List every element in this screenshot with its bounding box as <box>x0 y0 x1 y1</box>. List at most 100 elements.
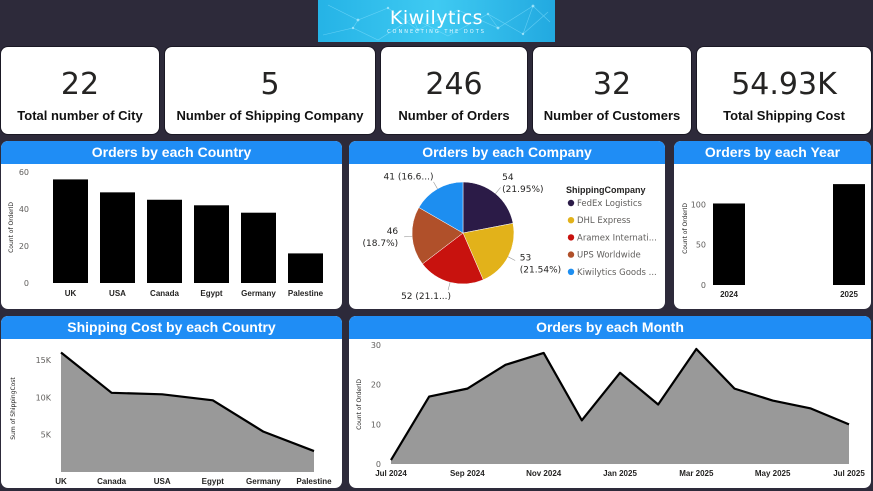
pie-leader-line <box>495 187 501 194</box>
pie-data-percent: (18.7%) <box>363 239 399 249</box>
orders-by-month-chart[interactable]: 0 10 20 30 Count of OrderID Jul 2024 Sep 2024 N… <box>349 339 871 488</box>
x-tick-label: Sep 2024 <box>450 469 485 478</box>
x-tick-label: Canada <box>97 477 126 486</box>
area-fill <box>391 348 849 464</box>
logo-title: Kiwilytics <box>389 6 484 29</box>
x-tick-label: Egypt <box>202 477 225 486</box>
bar <box>288 253 323 283</box>
pie-data-label: 52 (21.1...) <box>401 292 451 302</box>
kpi-value: 22 <box>60 67 100 102</box>
chart-title: Orders by each Country <box>1 141 342 164</box>
y-axis-title: Count of OrderID <box>682 203 689 254</box>
x-tick-label: Germany <box>246 477 281 486</box>
chart-title: Orders by each Year <box>674 141 871 164</box>
legend-item: FedEx Logistics <box>577 199 642 209</box>
kpi-card-shipping-companies[interactable]: 5 Number of Shipping Company <box>165 47 375 134</box>
pie-data-percent: (21.54%) <box>520 265 561 275</box>
pie-leader-line <box>507 256 516 261</box>
pie-data-percent: (21.95%) <box>502 185 543 195</box>
x-tick-label: Germany <box>241 289 276 298</box>
x-tick-label: Jan 2025 <box>603 469 637 478</box>
legend-marker <box>567 234 575 241</box>
orders-by-company-card[interactable]: Orders by each Company 54 (21.95%) 53 (21.5… <box>349 141 665 309</box>
x-tick-label: 2024 <box>720 290 738 299</box>
kpi-value: 32 <box>592 67 632 102</box>
orders-by-year-chart[interactable]: 0 50 100Count of OrderID 2024 2025 <box>674 164 871 309</box>
kpi-value: 246 <box>425 67 483 102</box>
chart-title: Shipping Cost by each Country <box>1 316 342 339</box>
x-tick-label: UK <box>65 289 77 298</box>
legend-title: ShippingCompany <box>566 185 646 195</box>
y-tick-label: 20 <box>371 381 381 390</box>
shipping-cost-chart[interactable]: 5K 10K 15K Sum of ShippingCost UK Canada USA Eg… <box>1 339 342 488</box>
x-tick-label: Jul 2025 <box>833 469 865 478</box>
bar <box>194 205 229 283</box>
pie-data-label: 46 <box>387 227 399 237</box>
legend-item: DHL Express <box>577 216 631 226</box>
y-axis-title: Count of OrderID <box>356 379 363 430</box>
y-tick-label: 60 <box>19 168 29 177</box>
orders-by-country-chart[interactable]: 0 20 40 60 Count of OrderID UK USA Canada Egypt G… <box>1 164 342 309</box>
y-tick-label: 0 <box>701 281 706 290</box>
kpi-card-cities[interactable]: 22 Total number of City <box>1 47 159 134</box>
orders-by-month-card[interactable]: Orders by each Month 0 10 20 30 Count of Ord… <box>349 316 871 488</box>
orders-by-country-card[interactable]: Orders by each Country 0 20 40 60 Count of O… <box>1 141 342 309</box>
kpi-label: Number of Orders <box>398 108 510 123</box>
kiwilytics-logo: Kiwilytics CONNECTING THE DOTS <box>318 0 555 42</box>
x-tick-label: Jul 2024 <box>375 469 407 478</box>
pie-leader-line <box>404 235 413 238</box>
bar <box>147 199 182 283</box>
y-tick-label: 15K <box>36 356 52 365</box>
y-axis-title: Sum of ShippingCost <box>10 377 17 440</box>
kpi-value: 54.93K <box>731 67 837 102</box>
bar <box>53 179 88 283</box>
x-tick-label: Palestine <box>296 477 332 486</box>
kpi-card-shipping-cost[interactable]: 54.93K Total Shipping Cost <box>697 47 871 134</box>
chart-title: Orders by each Company <box>349 141 665 164</box>
chart-title: Orders by each Month <box>349 316 871 339</box>
y-tick-label: 40 <box>19 205 29 214</box>
shipping-cost-by-country-card[interactable]: Shipping Cost by each Country 5K 10K 15K Su… <box>1 316 342 488</box>
x-tick-label: Egypt <box>200 289 223 298</box>
orders-by-year-card[interactable]: Orders by each Year 0 50 100 Count of Order… <box>674 141 871 309</box>
kpi-card-orders[interactable]: 246 Number of Orders <box>381 47 527 134</box>
y-tick-label: 10 <box>371 420 381 429</box>
y-tick-label: 20 <box>19 242 29 251</box>
legend-marker <box>567 251 575 258</box>
orders-by-company-chart[interactable]: 54 (21.95%) 53 (21.54%) 52 (21.1...) 46 (18.7%… <box>349 164 665 309</box>
y-tick-label: 5K <box>41 431 52 440</box>
y-axis-title: Count of OrderID <box>8 202 15 253</box>
kpi-value: 5 <box>260 67 280 102</box>
x-tick-label: Nov 2024 <box>526 469 562 478</box>
x-tick-label: Palestine <box>288 289 324 298</box>
legend-marker <box>567 199 575 207</box>
x-tick-label: USA <box>154 477 171 486</box>
legend-item: Kiwilytics Goods ... <box>577 268 657 278</box>
x-tick-label: USA <box>109 289 126 298</box>
legend-marker <box>567 217 575 224</box>
y-tick-label: 30 <box>371 341 381 350</box>
pie-data-label: 54 <box>502 173 514 183</box>
y-tick-label: 100 <box>691 200 706 209</box>
kpi-label: Total number of City <box>17 108 143 123</box>
x-tick-label: Canada <box>150 289 179 298</box>
kpi-card-customers[interactable]: 32 Number of Customers <box>533 47 691 134</box>
pie-data-label: 41 (16.6...) <box>384 173 434 183</box>
x-tick-label: Mar 2025 <box>679 469 714 478</box>
y-tick-label: 10K <box>36 393 52 402</box>
legend-item: UPS Worldwide <box>577 251 641 261</box>
area-fill <box>61 352 314 472</box>
x-tick-label: UK <box>55 477 67 486</box>
y-tick-label: 0 <box>376 460 381 469</box>
logo-tagline: CONNECTING THE DOTS <box>387 28 486 35</box>
kpi-label: Number of Customers <box>543 108 681 123</box>
kpi-label: Total Shipping Cost <box>723 108 845 123</box>
pie-leader-line <box>447 282 451 291</box>
x-tick-label: May 2025 <box>755 469 791 478</box>
kpi-label: Number of Shipping Company <box>176 108 364 123</box>
x-tick-label: 2025 <box>840 290 858 299</box>
y-tick-label: 50 <box>696 241 706 250</box>
pie-data-label: 53 <box>520 253 531 263</box>
pie-leader-line <box>433 181 438 189</box>
legend-marker <box>567 268 575 275</box>
